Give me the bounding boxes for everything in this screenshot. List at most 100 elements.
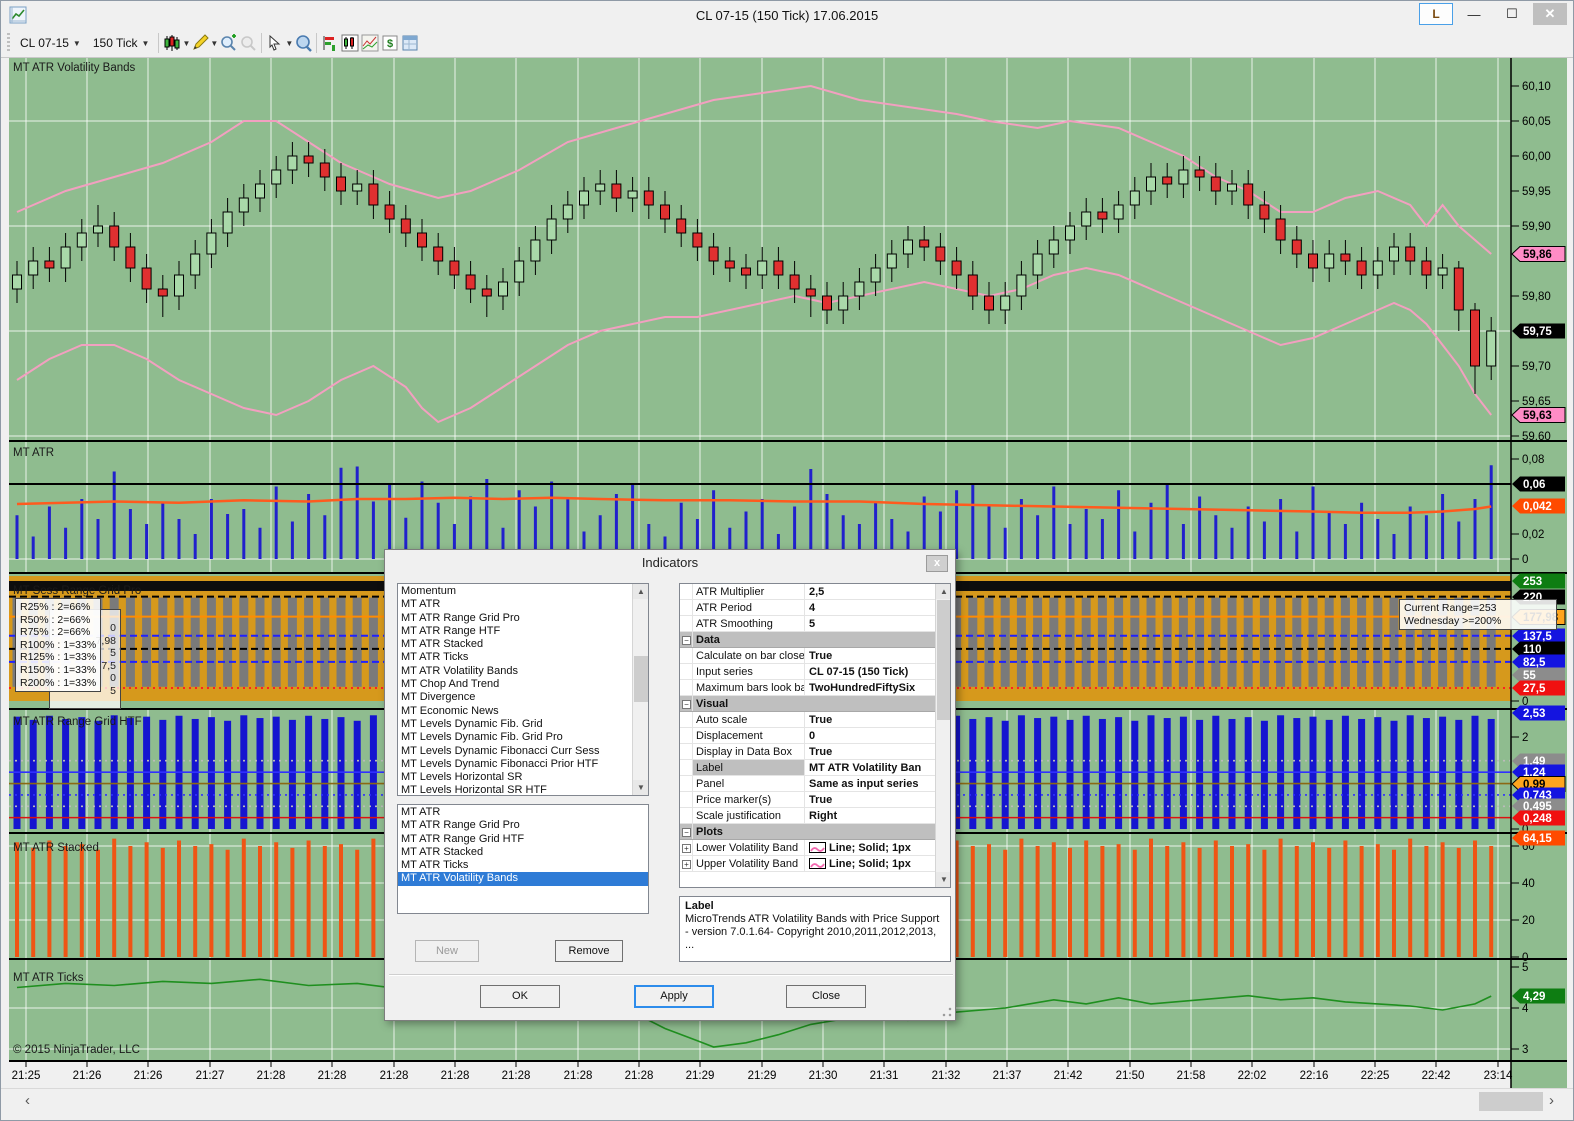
property-value[interactable]: CL 07-15 (150 Tick) (805, 664, 935, 679)
indicator-list-item[interactable]: MT Chop And Trend (398, 678, 633, 691)
property-row[interactable]: Scale justificationRight (680, 808, 935, 824)
property-value[interactable]: True (805, 744, 935, 759)
available-list-scrollbar[interactable]: ▲ ▼ (632, 584, 648, 795)
property-value[interactable]: True (805, 792, 935, 807)
property-row[interactable]: ATR Smoothing5 (680, 616, 935, 632)
property-value[interactable]: True (805, 648, 935, 663)
property-row[interactable]: Calculate on bar closeTrue (680, 648, 935, 664)
configured-indicators-list[interactable]: MT ATRMT ATR Range Grid ProMT ATR Range … (397, 804, 649, 914)
indicator-list-item[interactable]: MT Economic News (398, 705, 633, 718)
scroll-up-icon[interactable]: ▲ (633, 584, 649, 599)
properties-grid[interactable]: ATR Multiplier2,5ATR Period4ATR Smoothin… (679, 583, 951, 888)
line-chart-icon[interactable] (360, 33, 380, 53)
indicator-list-item[interactable]: MT ATR (398, 598, 633, 611)
property-value[interactable]: 2,5 (805, 584, 935, 599)
scrollbar-thumb[interactable] (937, 600, 951, 720)
property-value[interactable]: Line; Solid; 1px (805, 840, 935, 855)
indicator-list-item[interactable]: MT Levels Dynamic Fib. Grid Pro (398, 731, 633, 744)
property-value[interactable]: Line; Solid; 1px (805, 856, 935, 871)
property-value[interactable]: MT ATR Volatility Ban (805, 760, 935, 775)
property-group-row[interactable]: −Plots (680, 824, 935, 840)
configured-indicator-item[interactable]: MT ATR Volatility Bands (398, 872, 648, 885)
indicator-list-item[interactable]: MT ATR Range Grid Pro (398, 612, 633, 625)
indicator-list-item[interactable]: MT Levels Horizontal SR HTF (398, 784, 633, 796)
property-row[interactable]: Input seriesCL 07-15 (150 Tick) (680, 664, 935, 680)
scroll-right-arrow[interactable]: › (1549, 1092, 1554, 1109)
chart-style-icon[interactable] (162, 33, 182, 53)
dialog-close-button[interactable]: x (926, 555, 948, 572)
indicator-list-item[interactable]: MT Levels Dynamic Fibonacci Prior HTF (398, 758, 633, 771)
scroll-down-icon[interactable]: ▼ (633, 780, 649, 795)
dialog-resize-grip[interactable] (942, 1007, 952, 1017)
expand-icon[interactable]: + (682, 860, 691, 869)
collapse-icon[interactable]: − (682, 700, 691, 709)
configured-indicator-item[interactable]: MT ATR Stacked (398, 846, 648, 859)
minimize-button[interactable]: — (1457, 3, 1491, 25)
scroll-up-icon[interactable]: ▲ (936, 584, 951, 599)
property-value[interactable]: Right (805, 808, 935, 823)
interval-selector[interactable]: 150 Tick▼ (87, 34, 156, 52)
indicator-list-item[interactable]: MT Levels Dynamic Fibonacci Curr Sess (398, 745, 633, 758)
indicator-list-item[interactable]: MT ATR Volatility Bands (398, 665, 633, 678)
configured-indicator-item[interactable]: MT ATR Ticks (398, 859, 648, 872)
property-row[interactable]: Displacement0 (680, 728, 935, 744)
close-button[interactable]: Close (786, 985, 866, 1008)
maximize-button[interactable]: ☐ (1495, 3, 1529, 25)
zoom-out-icon[interactable] (238, 33, 258, 53)
configured-indicator-item[interactable]: MT ATR Range Grid Pro (398, 819, 648, 832)
indicator-list-item[interactable]: MT Divergence (398, 691, 633, 704)
property-row[interactable]: LabelMT ATR Volatility Ban (680, 760, 935, 776)
property-row[interactable]: +Lower Volatility BandLine; Solid; 1px (680, 840, 935, 856)
property-row[interactable]: Price marker(s)True (680, 792, 935, 808)
scrollbar-thumb[interactable] (634, 656, 648, 702)
property-value[interactable]: TwoHundredFiftySix (805, 680, 935, 695)
property-row[interactable]: ATR Multiplier2,5 (680, 584, 935, 600)
properties-icon[interactable] (400, 33, 420, 53)
indicator-list-item[interactable]: MT ATR Range HTF (398, 625, 633, 638)
property-value[interactable]: 0 (805, 728, 935, 743)
horizontal-scrollbar[interactable]: ‹ › (1, 1088, 1574, 1114)
configured-indicator-item[interactable]: MT ATR (398, 806, 648, 819)
properties-scrollbar[interactable]: ▲ ▼ (935, 584, 950, 887)
indicator-list-item[interactable]: MT Levels Horizontal SR (398, 771, 633, 784)
chart-window-icon[interactable] (340, 33, 360, 53)
property-value[interactable]: Same as input series (805, 776, 935, 791)
property-row[interactable]: Maximum bars look baTwoHundredFiftySix (680, 680, 935, 696)
property-row[interactable]: Display in Data BoxTrue (680, 744, 935, 760)
toolbar-grip[interactable] (7, 33, 10, 53)
apply-button[interactable]: Apply (634, 985, 714, 1008)
collapse-icon[interactable]: − (682, 828, 691, 837)
property-group-row[interactable]: −Visual (680, 696, 935, 712)
scroll-down-icon[interactable]: ▼ (936, 872, 951, 887)
collapse-icon[interactable]: − (682, 636, 691, 645)
scrollbar-thumb[interactable] (1479, 1092, 1543, 1111)
link-button[interactable]: L (1419, 3, 1453, 25)
indicator-list-item[interactable]: MT ATR Stacked (398, 638, 633, 651)
expand-icon[interactable]: + (682, 844, 691, 853)
drawing-tools-icon[interactable] (190, 33, 210, 53)
new-button[interactable]: New (415, 940, 479, 962)
market-analyzer-icon[interactable] (320, 33, 340, 53)
indicator-list-item[interactable]: Momentum (398, 585, 633, 598)
close-button[interactable]: ✕ (1533, 3, 1567, 25)
available-indicators-list[interactable]: MomentumMT ATRMT ATR Range Grid ProMT AT… (397, 583, 649, 796)
scroll-left-arrow[interactable]: ‹ (25, 1092, 30, 1109)
data-box-icon[interactable] (293, 33, 313, 53)
instrument-selector[interactable]: CL 07-15▼ (14, 34, 87, 52)
configured-indicator-item[interactable]: MT ATR Range Grid HTF (398, 833, 648, 846)
property-group-row[interactable]: −Data (680, 632, 935, 648)
indicator-list-item[interactable]: MT ATR Ticks (398, 651, 633, 664)
zoom-in-icon[interactable] (218, 33, 238, 53)
cursor-icon[interactable] (265, 33, 285, 53)
property-row[interactable]: ATR Period4 (680, 600, 935, 616)
ok-button[interactable]: OK (480, 985, 560, 1008)
remove-button[interactable]: Remove (555, 940, 623, 962)
indicator-list-item[interactable]: MT Levels Dynamic Fib. Grid (398, 718, 633, 731)
account-dollar-icon[interactable]: $ (380, 33, 400, 53)
property-row[interactable]: Auto scaleTrue (680, 712, 935, 728)
property-row[interactable]: +Upper Volatility BandLine; Solid; 1px (680, 856, 935, 872)
property-value[interactable]: 4 (805, 600, 935, 615)
property-value[interactable]: True (805, 712, 935, 727)
property-row[interactable]: PanelSame as input series (680, 776, 935, 792)
property-value[interactable]: 5 (805, 616, 935, 631)
